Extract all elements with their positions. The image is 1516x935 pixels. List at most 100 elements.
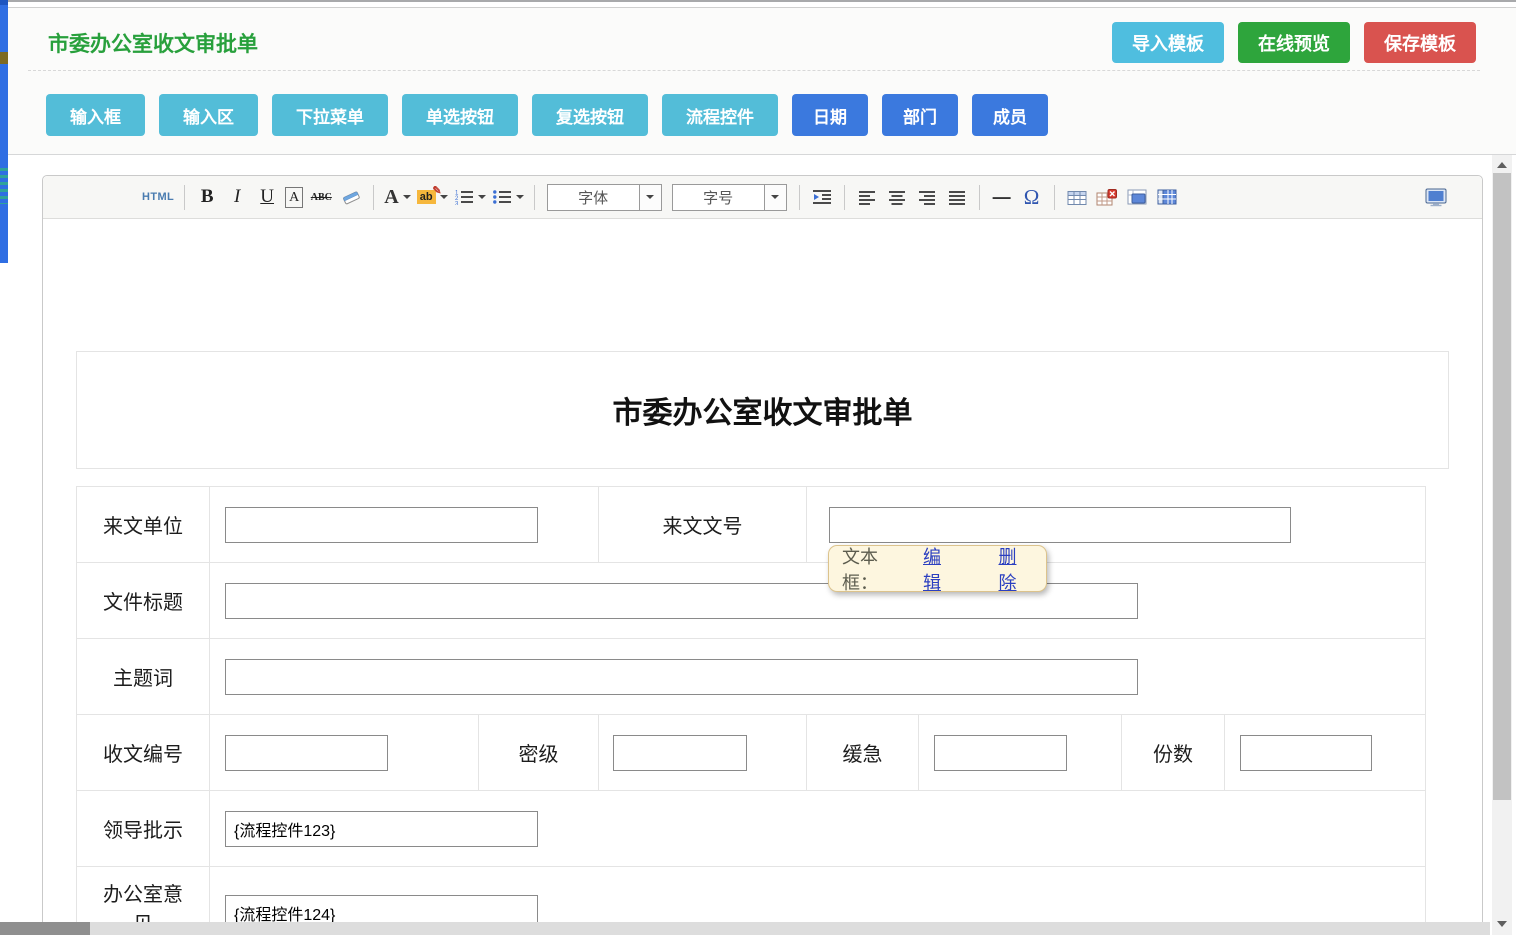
page-title: 市委办公室收文审批单 [48,28,258,58]
horizontal-scroll-thumb[interactable] [0,922,90,935]
toolbar-separator [534,185,535,210]
special-character-button[interactable]: Ω [1020,183,1044,211]
toolbar-separator [799,185,800,210]
editor-toolbar: HTML B I U A ABC A [43,176,1482,219]
html-source-button[interactable]: HTML [142,183,174,211]
chevron-down-icon [478,195,486,199]
align-left-button[interactable] [855,183,879,211]
window-top-edge [0,0,1516,2]
add-flow-widget-button[interactable]: 流程控件 [662,94,778,136]
add-department-button[interactable]: 部门 [882,94,958,136]
insert-table-button[interactable] [1065,183,1089,211]
label-leader-instructions: 领导批示 [77,791,210,867]
align-left-icon [858,190,876,205]
bold-button[interactable]: B [195,183,219,211]
align-center-icon [888,190,906,205]
content-area: HTML B I U A ABC A [8,155,1492,935]
fullscreen-monitor-icon [1425,188,1447,207]
toolbar-separator [1054,185,1055,210]
table-row: 领导批示 [77,791,1426,867]
label-urgency: 缓急 [807,715,919,791]
cell-properties-button[interactable] [1125,183,1149,211]
align-center-button[interactable] [885,183,909,211]
header-divider [28,70,1480,71]
font-size-dropdown-button[interactable] [765,185,786,210]
ordered-list-button[interactable]: 1 2 3 [454,183,486,211]
svg-text:3: 3 [455,202,459,206]
form-title: 市委办公室收文审批单 [613,388,913,432]
align-right-icon [918,190,936,205]
font-color-button[interactable]: A [384,183,410,211]
underline-button[interactable]: U [255,183,279,211]
font-family-select[interactable]: 字体 [547,184,662,211]
delete-table-button[interactable] [1095,183,1119,211]
source-unit-input[interactable] [225,507,538,543]
italic-button[interactable]: I [225,183,249,211]
page-header: 市委办公室收文审批单 导入模板 在线预览 保存模板 输入框 输入区 下拉菜单 单… [8,7,1516,155]
online-preview-button[interactable]: 在线预览 [1238,22,1350,63]
subject-words-input[interactable] [225,659,1138,695]
add-member-button[interactable]: 成员 [972,94,1048,136]
leader-instructions-input[interactable] [225,811,538,847]
editor-document[interactable]: 市委办公室收文审批单 来文单位 来文文号 文件标题 [43,219,1482,935]
save-template-button[interactable]: 保存模板 [1364,22,1476,63]
add-checkbox-button[interactable]: 复选按钮 [532,94,648,136]
add-textarea-button[interactable]: 输入区 [159,94,258,136]
scroll-down-button[interactable] [1492,916,1512,932]
label-source-unit: 来文单位 [77,487,210,563]
fullscreen-button[interactable] [1424,183,1448,211]
add-input-button[interactable]: 输入框 [46,94,145,136]
table-row: 文件标题 [77,563,1426,639]
indent-icon [812,189,832,205]
eraser-button[interactable] [339,183,363,211]
chevron-down-icon [646,195,654,199]
label-doc-number: 来文文号 [599,487,807,563]
table-row: 主题词 [77,639,1426,715]
doc-number-input[interactable] [829,507,1291,543]
header-actions: 导入模板 在线预览 保存模板 [1112,22,1476,63]
add-date-button[interactable]: 日期 [792,94,868,136]
indent-button[interactable] [810,183,834,211]
scroll-up-button[interactable] [1492,157,1512,173]
import-template-button[interactable]: 导入模板 [1112,22,1224,63]
font-style-button[interactable]: A [285,187,303,208]
copies-input[interactable] [1240,735,1372,771]
label-copies: 份数 [1122,715,1225,791]
add-radio-button[interactable]: 单选按钮 [402,94,518,136]
add-dropdown-button[interactable]: 下拉菜单 [272,94,388,136]
delete-field-link[interactable]: 删除 [999,543,1034,595]
chevron-down-icon [771,195,779,199]
chevron-down-icon [403,195,411,199]
urgency-input[interactable] [934,735,1067,771]
label-secrecy-level: 密级 [479,715,599,791]
align-right-button[interactable] [915,183,939,211]
table-properties-button[interactable] [1155,183,1179,211]
receipt-number-input[interactable] [225,735,388,771]
highlight-button[interactable]: ab✎ [417,183,448,211]
horizontal-rule-button[interactable]: — [990,183,1014,211]
secrecy-level-input[interactable] [613,735,747,771]
vertical-scroll-thumb[interactable] [1493,173,1511,800]
app-root: 市委办公室收文审批单 导入模板 在线预览 保存模板 输入框 输入区 下拉菜单 单… [0,0,1516,935]
font-size-select[interactable]: 字号 [672,184,787,211]
unordered-list-button[interactable] [492,183,524,211]
toolbar-separator [373,185,374,210]
font-family-dropdown-button[interactable] [640,185,661,210]
cell-properties-icon [1127,189,1147,205]
triangle-down-icon [1497,921,1507,927]
label-receipt-number: 收文编号 [77,715,210,791]
label-doc-title: 文件标题 [77,563,210,639]
toolbar-separator [184,185,185,210]
field-context-tooltip: 文本框： 编辑 删除 [828,545,1047,592]
align-justify-button[interactable] [945,183,969,211]
table-properties-icon [1157,189,1177,205]
edit-field-link[interactable]: 编辑 [923,543,958,595]
triangle-up-icon [1497,162,1507,168]
vertical-scrollbar[interactable] [1492,155,1512,935]
strikethrough-button[interactable]: ABC [309,183,333,211]
table-row: 来文单位 来文文号 [77,487,1426,563]
font-family-value: 字体 [548,185,640,210]
horizontal-scrollbar[interactable] [0,922,1490,935]
unordered-list-icon [492,189,512,205]
align-justify-icon [948,190,966,205]
